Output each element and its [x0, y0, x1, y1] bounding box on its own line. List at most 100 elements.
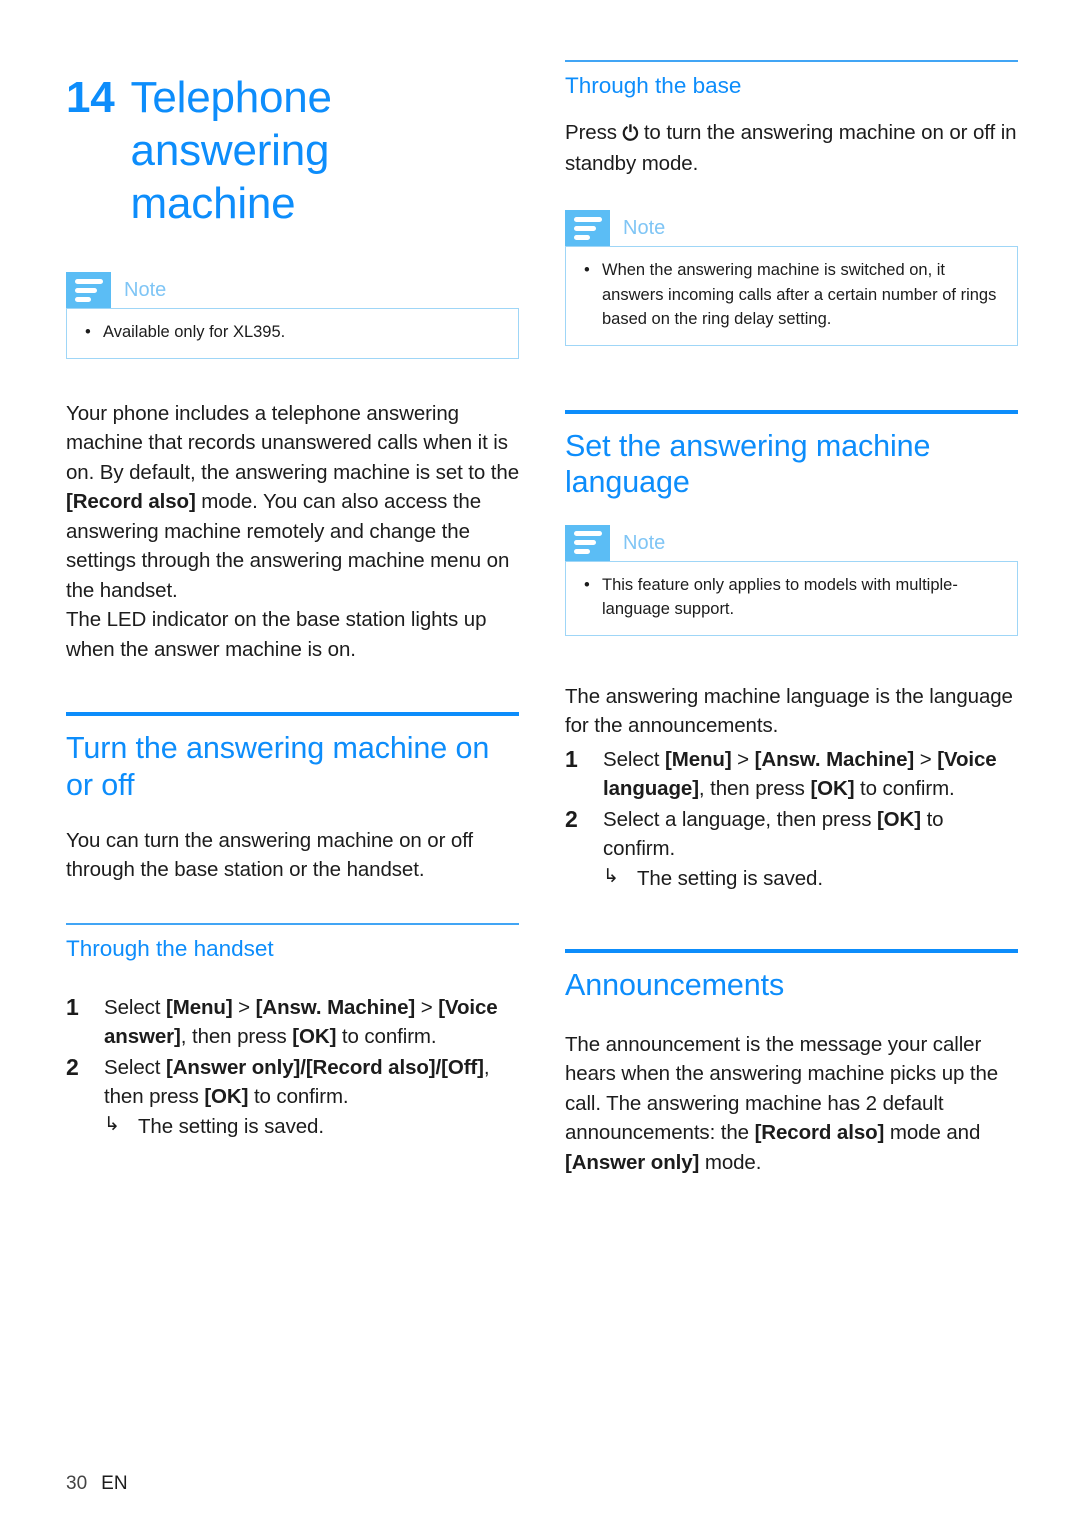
section-heading-announcements: Announcements	[565, 968, 785, 1003]
step-text-post: , then press	[698, 776, 811, 800]
step-text: Select [Menu] > [Answ. Machine] > [Voice…	[603, 745, 1018, 803]
power-icon: ⏻	[622, 123, 639, 146]
section-rule	[565, 409, 1018, 414]
record-also-label: [Record also]	[754, 1121, 885, 1145]
note-body: • Available only for XL395.	[66, 308, 519, 359]
language-intro: The answering machine language is the la…	[565, 684, 1013, 738]
section-heading-set-language: Set the answering machine language	[565, 428, 931, 500]
menu-label: [Menu]	[664, 747, 732, 771]
bullet-icon: •	[85, 323, 91, 342]
intro-text-part-1: Your phone includes a telephone answerin…	[66, 401, 519, 484]
section-heading-turn-on-off: Turn the answering machine on or off	[66, 731, 490, 803]
bullet-icon: •	[584, 261, 590, 280]
announcements-text-3: mode.	[699, 1150, 762, 1174]
manual-page: 14 Telephone answering machine Note • Av…	[0, 0, 1080, 1527]
chapter-number: 14	[66, 73, 115, 122]
page-number: 30	[66, 1473, 88, 1494]
note-body: • This feature only applies to models wi…	[565, 560, 1018, 636]
step-text-tail: to confirm.	[854, 776, 955, 800]
page-footer: 30 EN	[66, 1473, 128, 1495]
separator: >	[731, 747, 755, 771]
subsection-heading-through-base: Through the base	[565, 73, 742, 98]
step-number: 2	[565, 805, 578, 832]
intro-mode-label: [Record also]	[66, 490, 196, 514]
chapter-title-line-2: answering	[130, 125, 330, 175]
note-list-item: • When the answering machine is switched…	[580, 258, 1003, 331]
ok-label: [OK]	[204, 1085, 249, 1109]
two-column-layout: 14 Telephone answering machine Note • Av…	[66, 60, 1018, 1177]
step-text: Select [Answer only]/[Record also]/[Off]…	[104, 1053, 519, 1141]
ok-label: [OK]	[810, 776, 855, 800]
section-rule	[565, 949, 1018, 954]
mode-options-label: [Answer only]/[Record also]/[Off]	[165, 1056, 484, 1079]
result-text: The setting is saved.	[637, 867, 823, 891]
step-text: Select a language, then press [OK] to co…	[603, 805, 1018, 893]
step-number: 2	[66, 1054, 79, 1080]
answ-machine-label: [Answ. Machine]	[754, 747, 915, 771]
step-number: 1	[66, 993, 79, 1020]
section-rule	[66, 712, 519, 717]
note-header: Note	[66, 272, 519, 309]
note-text: When the answering machine is switched o…	[602, 261, 997, 329]
separator: >	[415, 995, 439, 1019]
note-header: Note	[565, 524, 1018, 561]
intro-paragraph-2: The LED indicator on the base station li…	[66, 608, 487, 661]
note-box-base: Note • When the answering machine is swi…	[565, 210, 1018, 346]
left-column: 14 Telephone answering machine Note • Av…	[66, 60, 519, 1177]
chapter-title-text: Telephone answering machine	[131, 72, 332, 230]
step-text-pre: Select	[603, 747, 665, 771]
result-text: The setting is saved.	[138, 1115, 324, 1139]
result-arrow-icon: ↳	[104, 1114, 120, 1136]
result-arrow-icon: ↳	[603, 866, 619, 888]
note-label: Note	[623, 531, 666, 554]
note-label: Note	[623, 217, 666, 240]
step-number: 1	[565, 745, 578, 772]
step-text-pre: Select	[104, 995, 166, 1019]
announcements-paragraph: The announcement is the message your cal…	[565, 1030, 1018, 1178]
separator: >	[914, 747, 938, 771]
note-label: Note	[124, 279, 167, 302]
note-header: Note	[565, 210, 1018, 247]
note-text: Available only for XL395.	[103, 323, 286, 342]
answ-machine-label: [Answ. Machine]	[255, 995, 416, 1019]
step-text: Select [Menu] > [Answ. Machine] > [Voice…	[104, 993, 519, 1051]
note-list-item: • Available only for XL395.	[81, 320, 504, 344]
note-icon	[565, 210, 610, 247]
menu-label: [Menu]	[165, 995, 233, 1019]
step-item: 2 Select a language, then press [OK] to …	[565, 805, 1018, 893]
note-text: This feature only applies to models with…	[602, 575, 958, 619]
bullet-icon: •	[584, 575, 590, 594]
step-result: ↳ The setting is saved.	[603, 864, 1018, 893]
ok-label: [OK]	[292, 1024, 337, 1048]
step-text-pre: Select	[104, 1056, 166, 1079]
chapter-title-line-3: machine	[130, 178, 296, 228]
note-box-language: Note • This feature only applies to mode…	[565, 524, 1018, 636]
step-item: 2 Select [Answer only]/[Record also]/[Of…	[66, 1053, 519, 1141]
answer-only-label: [Answer only]	[565, 1150, 700, 1174]
step-text-post: , then press	[180, 1024, 293, 1048]
step-text-tail: to confirm.	[248, 1085, 349, 1109]
chapter-title: 14 Telephone answering machine	[66, 60, 519, 230]
separator: >	[232, 995, 256, 1019]
subsection-rule	[565, 60, 1018, 62]
language-steps: 1 Select [Menu] > [Answ. Machine] > [Voi…	[565, 745, 1018, 894]
turn-on-off-intro: You can turn the answering machine on or…	[66, 828, 474, 882]
announcements-text-2: mode and	[884, 1121, 981, 1145]
handset-steps: 1 Select [Menu] > [Answ. Machine] > [Voi…	[66, 993, 519, 1142]
intro-paragraph-1: Your phone includes a telephone answerin…	[66, 399, 519, 606]
note-icon	[66, 272, 111, 309]
subsection-rule	[66, 922, 519, 925]
through-base-paragraph: Press ⏻ to turn the answering machine on…	[565, 118, 1018, 178]
subsection-heading-through-handset: Through the handset	[66, 935, 274, 961]
language-code: EN	[101, 1473, 128, 1494]
step-text-tail: to confirm.	[336, 1024, 437, 1048]
right-column: Through the base Press ⏻ to turn the ans…	[565, 60, 1018, 1177]
step-result: ↳ The setting is saved.	[104, 1112, 519, 1141]
